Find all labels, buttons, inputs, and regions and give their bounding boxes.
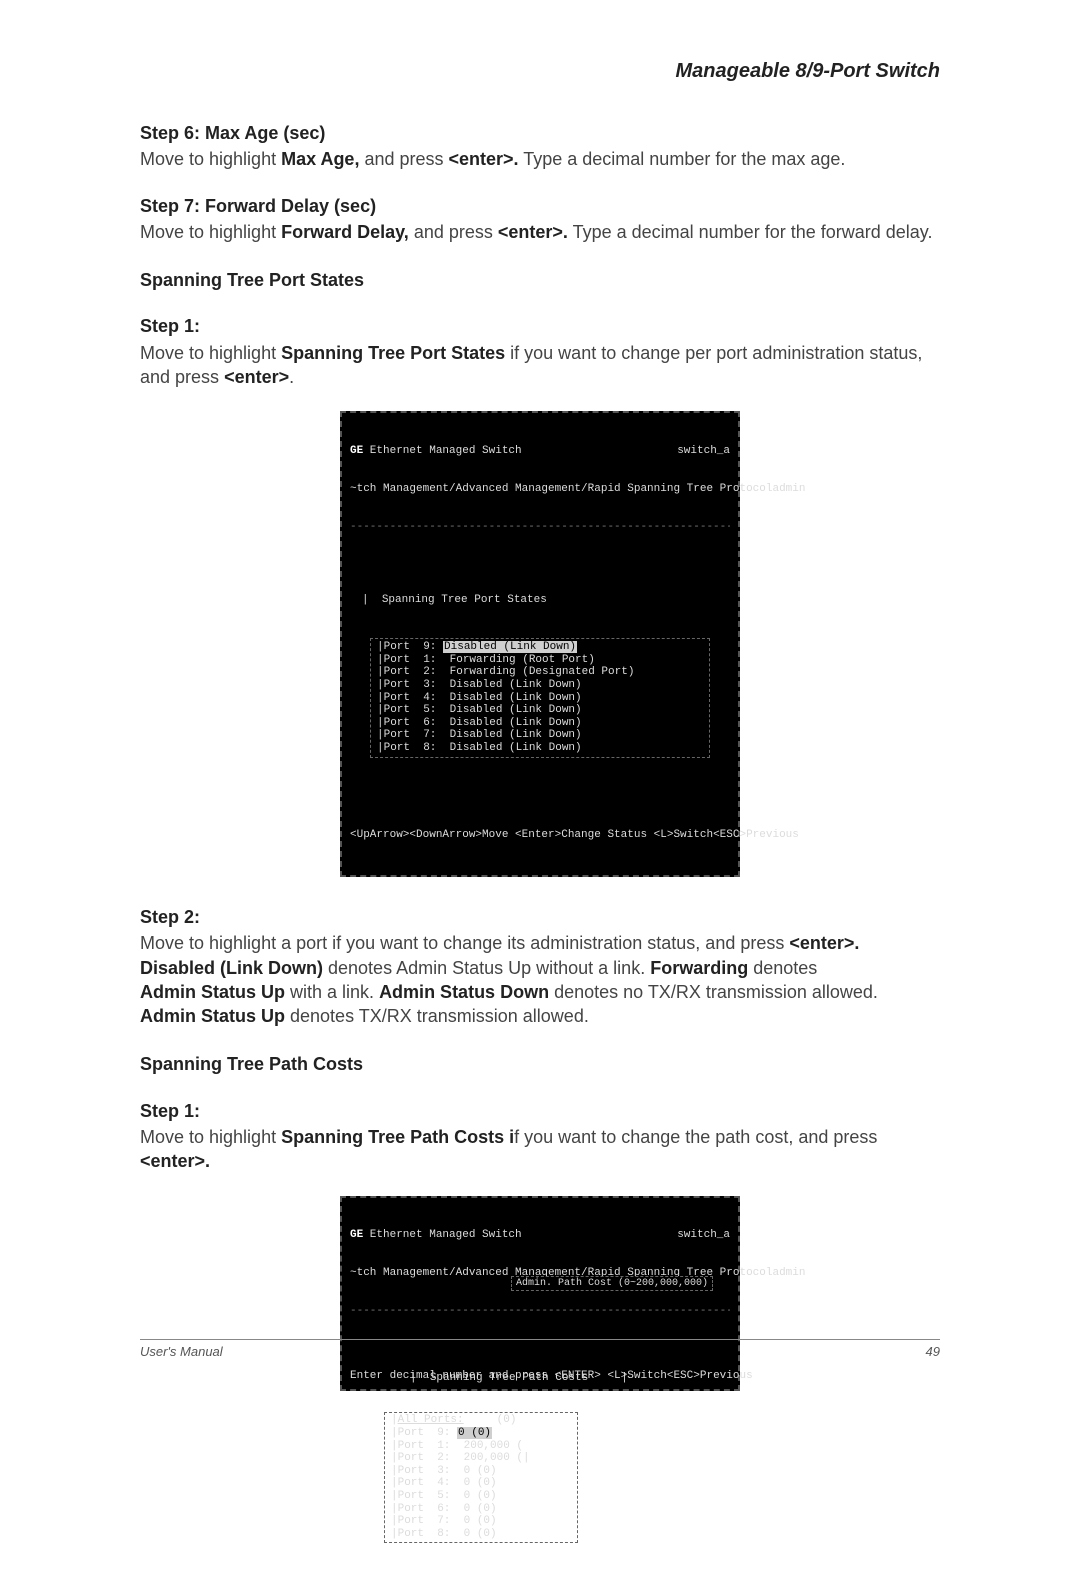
term2-allports: |All Ports: (0) bbox=[391, 1414, 571, 1427]
states-step2-title: Step 2: bbox=[140, 905, 940, 929]
text: Move to highlight a port if you want to … bbox=[140, 933, 789, 953]
section-states: Spanning Tree Port States bbox=[140, 268, 940, 292]
terminal-1-wrap: GE Ethernet Managed Switch switch_a ~tch… bbox=[140, 411, 940, 877]
term2-popup: Admin. Path Cost (0~200,000,000) bbox=[511, 1276, 713, 1292]
term1-port-line: |Port 5: Disabled (Link Down) bbox=[377, 704, 703, 717]
step7-title: Step 7: Forward Delay (sec) bbox=[140, 194, 940, 218]
page-header: Manageable 8/9-Port Switch bbox=[140, 60, 940, 83]
text: denotes bbox=[748, 958, 817, 978]
term2-port-line: |Port 5: 0 (0) bbox=[391, 1490, 571, 1503]
term2-footer-right: <ESC>Previous bbox=[667, 1370, 753, 1383]
bold: Spanning Tree Port States bbox=[281, 343, 505, 363]
term1-port-line: |Port 9: Disabled (Link Down) bbox=[377, 641, 703, 654]
term2-title-right: switch_a bbox=[677, 1229, 730, 1242]
term2-port-line: |Port 8: 0 (0) bbox=[391, 1528, 571, 1541]
term2-title-bold: GE bbox=[350, 1229, 363, 1241]
footer-right: 49 bbox=[926, 1344, 940, 1359]
text: with a link. bbox=[285, 982, 379, 1002]
bold: <enter>. bbox=[498, 222, 568, 242]
term2-title-rest: Ethernet Managed Switch bbox=[363, 1229, 521, 1241]
term2-footer-left: Enter decimal number and press <ENTER> <… bbox=[350, 1370, 667, 1383]
section-costs: Spanning Tree Path Costs bbox=[140, 1052, 940, 1076]
bold: Forwarding bbox=[650, 958, 748, 978]
terminal-2-wrap: GE Ethernet Managed Switch switch_a ~tch… bbox=[140, 1196, 940, 1391]
term2-title-left: GE Ethernet Managed Switch bbox=[350, 1229, 522, 1242]
bold: <enter> bbox=[224, 367, 289, 387]
term1-port-line: |Port 4: Disabled (Link Down) bbox=[377, 692, 703, 705]
bold: Disabled (Link Down) bbox=[140, 958, 323, 978]
states-step1-text: Move to highlight Spanning Tree Port Sta… bbox=[140, 341, 940, 390]
text: denotes Admin Status Up without a link. bbox=[323, 958, 650, 978]
term1-port-line: |Port 2: Forwarding (Designated Port) bbox=[377, 666, 703, 679]
text: and press bbox=[409, 222, 498, 242]
costs-step1-text: Move to highlight Spanning Tree Path Cos… bbox=[140, 1125, 940, 1174]
terminal-2: GE Ethernet Managed Switch switch_a ~tch… bbox=[340, 1196, 740, 1391]
term1-title-rest: Ethernet Managed Switch bbox=[363, 445, 521, 457]
page-footer: User's Manual 49 bbox=[140, 1339, 940, 1359]
text: denotes TX/RX transmission allowed. bbox=[285, 1006, 589, 1026]
term1-port-line: |Port 7: Disabled (Link Down) bbox=[377, 729, 703, 742]
step6-title: Step 6: Max Age (sec) bbox=[140, 121, 940, 145]
term2-port-line: |Port 3: 0 (0) bbox=[391, 1465, 571, 1478]
term2-switch: switch_a bbox=[677, 1229, 730, 1241]
term1-title-bold: GE bbox=[350, 445, 363, 457]
term1-breadcrumb: ~tch Management/Advanced Management/Rapi… bbox=[350, 483, 772, 496]
step6-text: Move to highlight Max Age, and press <en… bbox=[140, 147, 940, 171]
text: Move to highlight bbox=[140, 149, 281, 169]
states-step2-text: Move to highlight a port if you want to … bbox=[140, 931, 940, 1028]
term1-title-left: GE Ethernet Managed Switch bbox=[350, 445, 522, 458]
hr: ----------------------------------------… bbox=[350, 1305, 730, 1316]
bold: Spanning Tree Path Costs i bbox=[281, 1127, 514, 1147]
term1-port-line: |Port 8: Disabled (Link Down) bbox=[377, 742, 703, 755]
bold: Admin Status Up bbox=[140, 982, 285, 1002]
bold: <enter>. bbox=[449, 149, 519, 169]
text: Move to highlight bbox=[140, 1127, 281, 1147]
term2-ports: |All Ports: (0)|Port 9: 0 (0)|Port 1: 20… bbox=[384, 1412, 578, 1542]
bold: Admin Status Down bbox=[379, 982, 549, 1002]
text: Type a decimal number for the forward de… bbox=[568, 222, 933, 242]
body: Step 6: Max Age (sec) Move to highlight … bbox=[140, 121, 940, 1391]
term1-ports: |Port 9: Disabled (Link Down)|Port 1: Fo… bbox=[370, 638, 710, 758]
term1-switch: switch_a bbox=[677, 445, 730, 457]
term1-port-line: |Port 6: Disabled (Link Down) bbox=[377, 717, 703, 730]
costs-step1-title: Step 1: bbox=[140, 1099, 940, 1123]
term2-port-line: |Port 2: 200,000 (| bbox=[391, 1452, 571, 1465]
terminal-1: GE Ethernet Managed Switch switch_a ~tch… bbox=[340, 411, 740, 877]
step7-text: Move to highlight Forward Delay, and pre… bbox=[140, 220, 940, 244]
footer-left: User's Manual bbox=[140, 1344, 223, 1359]
term1-title-right: switch_a bbox=[677, 445, 730, 458]
term2-port-line: |Port 7: 0 (0) bbox=[391, 1515, 571, 1528]
term1-port-line: |Port 1: Forwarding (Root Port) bbox=[377, 654, 703, 667]
states-step1-title: Step 1: bbox=[140, 314, 940, 338]
term1-footer-right: <ESC>Previous bbox=[713, 829, 799, 842]
text: and press bbox=[359, 149, 448, 169]
page: Manageable 8/9-Port Switch Step 6: Max A… bbox=[0, 0, 1080, 1397]
bold: <enter>. bbox=[789, 933, 859, 953]
term2-port-line: |Port 9: 0 (0) bbox=[391, 1427, 571, 1440]
hr: ----------------------------------------… bbox=[350, 521, 730, 532]
text: . bbox=[289, 367, 294, 387]
term2-port-line: |Port 4: 0 (0) bbox=[391, 1477, 571, 1490]
bold: <enter>. bbox=[140, 1151, 210, 1171]
text: Move to highlight bbox=[140, 343, 281, 363]
term2-port-line: |Port 6: 0 (0) bbox=[391, 1503, 571, 1516]
term2-port-line: |Port 1: 200,000 ( bbox=[391, 1440, 571, 1453]
term1-port-line: |Port 3: Disabled (Link Down) bbox=[377, 679, 703, 692]
term1-admin: admin bbox=[772, 483, 805, 496]
text: denotes no TX/RX transmission allowed. bbox=[549, 982, 878, 1002]
term1-box-title: | Spanning Tree Port States bbox=[362, 594, 730, 607]
term2-admin: admin bbox=[772, 1267, 805, 1280]
bold: Admin Status Up bbox=[140, 1006, 285, 1026]
text: Move to highlight bbox=[140, 222, 281, 242]
text: Type a decimal number for the max age. bbox=[519, 149, 846, 169]
bold: Max Age, bbox=[281, 149, 359, 169]
text: f you want to change the path cost, and … bbox=[514, 1127, 877, 1147]
term1-footer-left: <UpArrow><DownArrow>Move <Enter>Change S… bbox=[350, 829, 713, 842]
bold: Forward Delay, bbox=[281, 222, 409, 242]
